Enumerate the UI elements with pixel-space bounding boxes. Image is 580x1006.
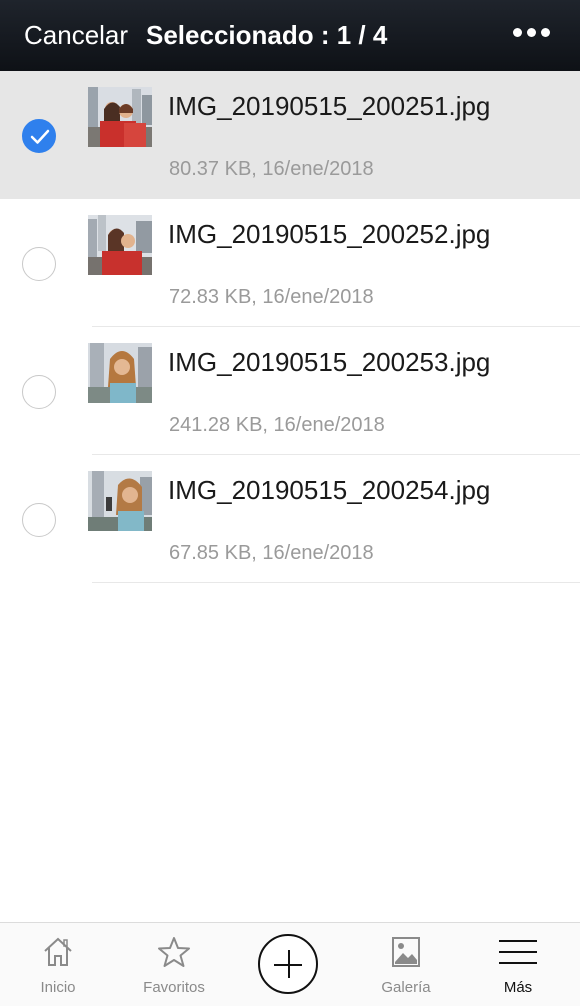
unselected-checkbox[interactable] — [22, 375, 56, 409]
tab-label: Favoritos — [143, 979, 205, 996]
image-icon — [392, 937, 420, 967]
photo-thumbnail — [88, 343, 152, 403]
file-name: IMG_20190515_200253.jpg — [168, 347, 491, 377]
photo-thumbnail — [88, 215, 152, 275]
tab-label: Más — [503, 979, 533, 996]
top-bar: Cancelar Seleccionado : 1 / 4 — [0, 0, 580, 71]
photo-thumbnail — [88, 471, 152, 531]
add-button[interactable] — [258, 934, 318, 994]
tab-inicio[interactable]: Inicio — [0, 923, 116, 1006]
more-options-icon[interactable] — [513, 28, 550, 37]
checkmark-icon — [30, 129, 50, 144]
tab-favoritos[interactable]: Favoritos — [116, 923, 232, 1006]
home-icon — [44, 937, 72, 966]
file-row[interactable]: IMG_20190515_200252.jpg 72.83 KB, 16/ene… — [0, 199, 580, 327]
tab-galeria[interactable]: Galería — [348, 923, 464, 1006]
selected-checkbox[interactable] — [22, 119, 56, 153]
star-icon — [158, 937, 190, 967]
file-meta: 241.28 KB, 16/ene/2018 — [169, 414, 385, 436]
file-row[interactable]: IMG_20190515_200254.jpg 67.85 KB, 16/ene… — [0, 455, 580, 583]
photo-thumbnail — [88, 87, 152, 147]
tab-mas[interactable]: Más — [460, 923, 576, 1006]
file-name: IMG_20190515_200251.jpg — [168, 91, 491, 121]
tab-label: Inicio — [40, 979, 76, 996]
file-meta: 72.83 KB, 16/ene/2018 — [169, 286, 374, 308]
cancel-button[interactable]: Cancelar — [24, 20, 128, 51]
file-meta: 67.85 KB, 16/ene/2018 — [169, 542, 374, 564]
file-name: IMG_20190515_200254.jpg — [168, 475, 491, 505]
selection-title: Seleccionado : 1 / 4 — [146, 20, 388, 50]
file-meta: 80.37 KB, 16/ene/2018 — [169, 158, 374, 180]
unselected-checkbox[interactable] — [22, 503, 56, 537]
bottom-tab-bar: Inicio Favoritos Galería Más — [0, 922, 580, 1006]
file-row[interactable]: IMG_20190515_200251.jpg 80.37 KB, 16/ene… — [0, 71, 580, 199]
file-row[interactable]: IMG_20190515_200253.jpg 241.28 KB, 16/en… — [0, 327, 580, 455]
row-divider — [92, 582, 580, 583]
file-name: IMG_20190515_200252.jpg — [168, 219, 491, 249]
tab-label: Galería — [381, 979, 431, 996]
unselected-checkbox[interactable] — [22, 247, 56, 281]
file-list: IMG_20190515_200251.jpg 80.37 KB, 16/ene… — [0, 71, 580, 583]
menu-icon — [499, 940, 537, 964]
